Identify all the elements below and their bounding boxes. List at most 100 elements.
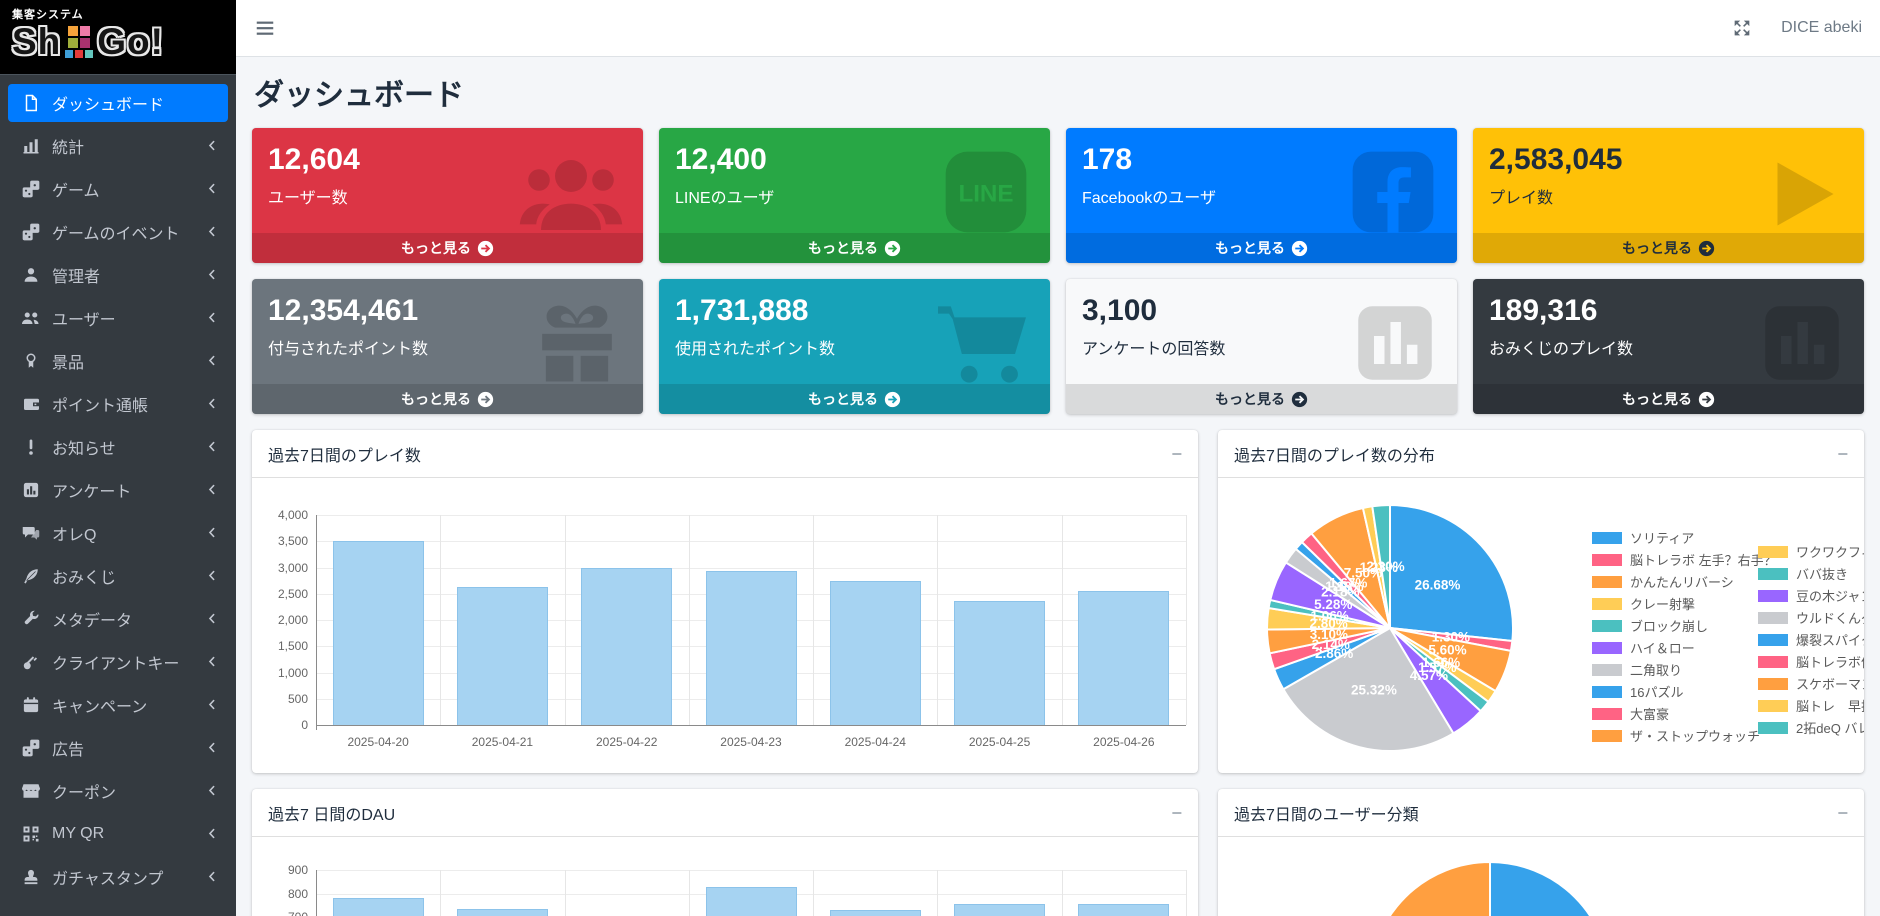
sidebar-item-dashboard[interactable]: ダッシュボード [8, 84, 228, 122]
stat-card-more-link[interactable]: もっと見る [659, 384, 1050, 414]
collapse-button[interactable]: − [1837, 804, 1848, 822]
stat-card-more-link[interactable]: もっと見る [659, 233, 1050, 263]
more-label: もっと見る [1215, 238, 1285, 258]
legend-item[interactable]: ザ・ストップウォッチ [1592, 726, 1772, 745]
legend-label: ワクワクフィ [1796, 542, 1864, 561]
collapse-button[interactable]: − [1171, 804, 1182, 822]
user-menu[interactable]: DICE abeki [1781, 19, 1862, 37]
sidebar-item-metadata[interactable]: メタデータ [8, 600, 228, 638]
x-axis-tick: 2025-04-25 [937, 735, 1061, 749]
legend-label: 二角取り [1630, 660, 1682, 679]
legend-item[interactable]: ワクワクフィ [1758, 542, 1864, 561]
bar [706, 571, 797, 725]
stat-card-points-used: 1,731,888使用されたポイント数もっと見る [659, 279, 1050, 414]
legend-swatch [1592, 686, 1622, 698]
legend-item[interactable]: ウルドくんダ [1758, 608, 1864, 627]
legend-label: ババ抜き [1796, 564, 1848, 583]
bar [457, 587, 548, 725]
y-axis-tick: 900 [250, 863, 308, 877]
sidebar-item-myqr[interactable]: MY QR [8, 815, 228, 853]
bar [581, 568, 672, 725]
legend-item[interactable]: ブロック崩し [1592, 616, 1772, 635]
legend-item[interactable]: 脳トレラボ 左手？右手？ [1592, 550, 1772, 569]
sidebar-item-ads[interactable]: 広告 [8, 729, 228, 767]
stat-card-more-link[interactable]: もっと見る [1473, 384, 1864, 414]
legend-item[interactable]: 豆の木ジャン [1758, 586, 1864, 605]
stat-card-more-link[interactable]: もっと見る [252, 384, 643, 414]
legend-label: ソリティア [1630, 528, 1694, 547]
legend-item[interactable]: 脳トレ 早押 [1758, 696, 1864, 715]
legend-item[interactable]: クレー射撃 [1592, 594, 1772, 613]
sidebar-item-label: ガチャスタンプ [52, 865, 163, 889]
chevron-left-icon [205, 181, 220, 201]
user-category-chart-header: 過去7日間のユーザー分類 − [1218, 789, 1864, 837]
sidebar-item-omikuji[interactable]: おみくじ [8, 557, 228, 595]
legend-item[interactable]: 2拓deQ バレ [1758, 718, 1864, 737]
legend-label: かんたんリバーシ [1630, 572, 1734, 591]
legend-item[interactable]: 二角取り [1592, 660, 1772, 679]
sidebar-item-label: おみくじ [52, 564, 116, 588]
sidebar-item-prizes[interactable]: 景品 [8, 342, 228, 380]
legend-swatch [1592, 642, 1622, 654]
wallet-icon [18, 395, 44, 413]
bar [954, 904, 1045, 916]
sidebar-toggle-button[interactable] [254, 17, 276, 39]
sidebar-item-point-book[interactable]: ポイント通帳 [8, 385, 228, 423]
sidebar-item-gacha-stamp[interactable]: ガチャスタンプ [8, 858, 228, 896]
sidebar-item-client-key[interactable]: クライアントキー [8, 643, 228, 681]
chevron-left-icon [205, 654, 220, 674]
content-area: ダッシュボード 12,604ユーザー数もっと見るLINE12,400LINEのユ… [236, 57, 1880, 916]
plays-chart-header: 過去7日間のプレイ数 − [252, 430, 1198, 478]
sidebar-item-game-event[interactable]: ゲームのイベント [8, 213, 228, 251]
page-title: ダッシュボード [254, 70, 1864, 114]
topbar: DICE abeki [236, 0, 1880, 57]
legend-item[interactable]: ソリティア [1592, 528, 1772, 547]
sidebar-item-game[interactable]: ゲーム [8, 170, 228, 208]
legend-item[interactable]: ハイ＆ロー [1592, 638, 1772, 657]
sidebar-item-stats[interactable]: 統計 [8, 127, 228, 165]
chevron-left-icon [205, 310, 220, 330]
sidebar-item-campaign[interactable]: キャンペーン [8, 686, 228, 724]
sidebar-item-label: ユーザー [52, 306, 116, 330]
legend-swatch [1592, 708, 1622, 720]
stat-card-more-link[interactable]: もっと見る [1066, 384, 1457, 414]
legend-swatch [1758, 656, 1788, 668]
feather-icon [18, 567, 44, 585]
brand-logo-row: Sh Go! [12, 23, 226, 60]
sidebar-item-admin[interactable]: 管理者 [8, 256, 228, 294]
sidebar-item-oreq[interactable]: オレQ [8, 514, 228, 552]
legend-item[interactable]: 大富豪 [1592, 704, 1772, 723]
pie-percent-label: 4.57% [1410, 668, 1448, 683]
sidebar-item-users[interactable]: ユーザー [8, 299, 228, 337]
collapse-button[interactable]: − [1171, 445, 1182, 463]
legend-item[interactable]: 爆裂スパイク [1758, 630, 1864, 649]
collapse-button[interactable]: − [1837, 445, 1848, 463]
stat-card-more-link[interactable]: もっと見る [252, 233, 643, 263]
file-icon [18, 94, 44, 112]
legend-item[interactable]: スケボーマン [1758, 674, 1864, 693]
arrow-circle-right-icon [884, 240, 901, 257]
stat-value: 189,316 [1489, 292, 1848, 330]
sidebar-item-news[interactable]: お知らせ [8, 428, 228, 466]
brand-logo[interactable]: 集客システム Sh Go! [0, 0, 236, 75]
sidebar-item-coupon[interactable]: クーポン [8, 772, 228, 810]
legend-label: 脳トレラボ仲 [1796, 652, 1864, 671]
stat-value: 12,354,461 [268, 292, 627, 330]
fullscreen-button[interactable] [1731, 17, 1753, 39]
arrow-circle-right-icon [1291, 391, 1308, 408]
legend-item[interactable]: 脳トレラボ仲 [1758, 652, 1864, 671]
y-axis-tick: 0 [250, 718, 308, 732]
bar [830, 910, 921, 916]
stat-card-more-link[interactable]: もっと見る [1066, 233, 1457, 263]
chevron-left-icon [205, 568, 220, 588]
sidebar-item-survey[interactable]: アンケート [8, 471, 228, 509]
legend-label: スケボーマン [1796, 674, 1864, 693]
stat-label: アンケートの回答数 [1082, 335, 1441, 359]
stat-card-more-link[interactable]: もっと見る [1473, 233, 1864, 263]
sidebar-item-label: 景品 [52, 349, 84, 373]
legend-item[interactable]: ババ抜き [1758, 564, 1864, 583]
legend-item[interactable]: かんたんリバーシ [1592, 572, 1772, 591]
bar [706, 887, 797, 916]
legend-item[interactable]: 16パズル [1592, 682, 1772, 701]
brand-square [80, 38, 90, 48]
